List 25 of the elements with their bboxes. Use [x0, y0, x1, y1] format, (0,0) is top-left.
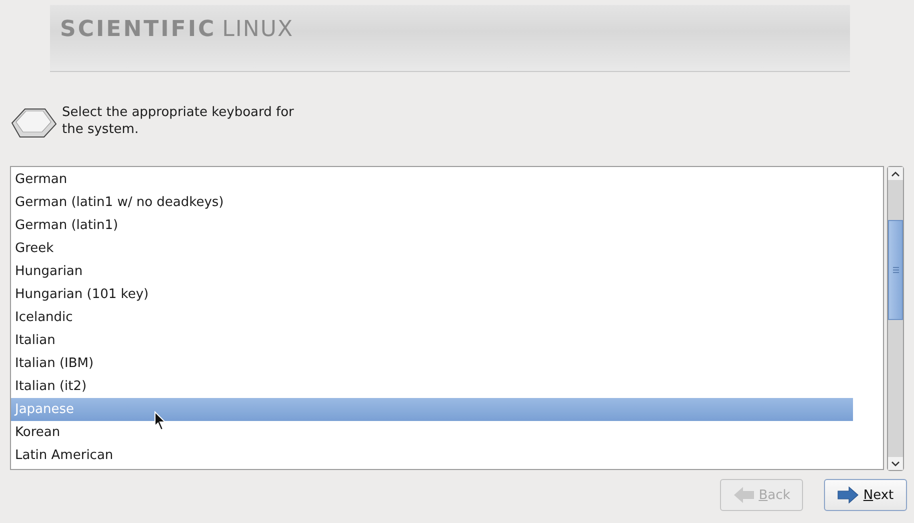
instruction-text: Select the appropriate keyboard for the system.	[62, 104, 295, 138]
right-arrow-icon	[837, 486, 860, 504]
keyboard-item[interactable]: German (latin1)	[11, 214, 853, 237]
keyboard-item[interactable]: Italian	[11, 329, 853, 352]
left-arrow-icon	[732, 486, 755, 504]
keyboard-item[interactable]: Italian (it2)	[11, 375, 853, 398]
keyboard-item[interactable]: Hungarian	[11, 260, 853, 283]
keyboard-item[interactable]: Korean	[11, 421, 853, 444]
logo-text: SCIENTIFIC	[60, 17, 216, 43]
keyboard-item[interactable]: Latin American	[11, 444, 853, 467]
keyboard-item[interactable]: German (latin1 w/ no deadkeys)	[11, 191, 853, 214]
scrollbar[interactable]	[887, 166, 904, 471]
grip-icon	[892, 266, 898, 274]
scroll-down-button[interactable]	[888, 457, 903, 470]
mouse-pointer-icon	[154, 411, 166, 431]
keyboard-item[interactable]: Italian (IBM)	[11, 352, 853, 375]
keyboard-item[interactable]: German	[11, 168, 853, 191]
keyboard-item[interactable]: Hungarian (101 key)	[11, 283, 853, 306]
keyboard-item[interactable]: Icelandic	[11, 306, 853, 329]
keyboard-item[interactable]: Greek	[11, 237, 853, 260]
next-button[interactable]: Next	[824, 479, 907, 511]
scroll-up-button[interactable]	[888, 167, 903, 180]
keyboard-key-icon	[11, 106, 57, 140]
scroll-thumb[interactable]	[888, 220, 903, 320]
logo-text: LINUX	[222, 17, 294, 43]
